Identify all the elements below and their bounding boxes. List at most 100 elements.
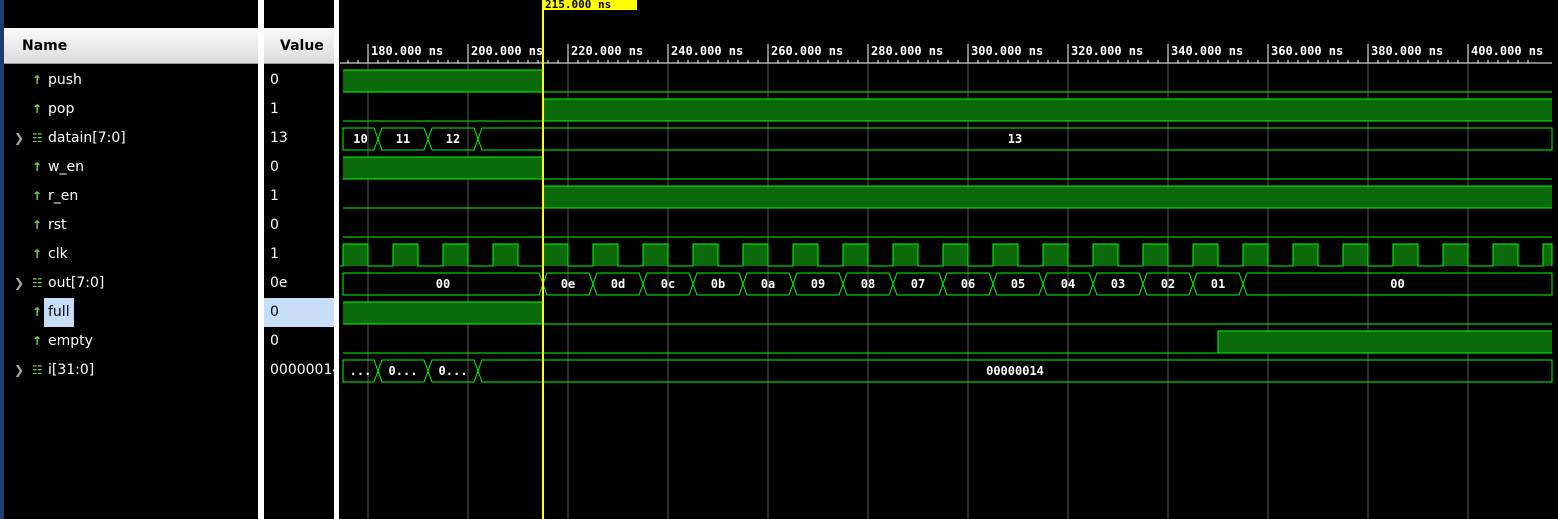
bus-signal-icon: ☷ [32, 363, 43, 377]
signal-name: full [44, 298, 74, 327]
signal-row[interactable]: ❯ ☷ out[7:0] [4, 269, 258, 298]
w_en-high-fill [343, 157, 543, 179]
pop-high-fill [543, 99, 1552, 121]
waveform-view[interactable]: 180.000 ns 200.000 ns 220.000 ns 240.000 ns… [340, 0, 1558, 519]
bit-signal-icon: ↑ [32, 305, 43, 319]
signal-value: 0 [264, 298, 334, 327]
clk-high-fill [1193, 244, 1218, 266]
bit-signal-icon: ↑ [32, 247, 43, 261]
out-bus-value: 0a [761, 277, 775, 291]
clk-high-fill [343, 244, 368, 266]
signal-name: datain[7:0] [48, 130, 126, 146]
clk-high-fill [893, 244, 918, 266]
tick-label: 320.000 ns [1071, 44, 1143, 58]
clk-high-fill [443, 244, 468, 266]
clk-high-fill [1543, 244, 1552, 266]
signal-name: push [48, 72, 82, 88]
clk-high-fill [1493, 244, 1518, 266]
clk-high-fill [1443, 244, 1468, 266]
bus-signal-icon: ☷ [32, 131, 43, 145]
clk-high-fill [543, 244, 568, 266]
tick-label: 380.000 ns [1371, 44, 1443, 58]
signal-row[interactable]: ❯ ☷ i[31:0] [4, 356, 258, 385]
pane-splitter[interactable] [334, 0, 339, 519]
out-bus-value: 08 [861, 277, 875, 291]
signal-name: i[31:0] [48, 362, 95, 378]
clk-high-fill [1343, 244, 1368, 266]
clk-high-fill [743, 244, 768, 266]
clk-high-fill [793, 244, 818, 266]
signal-value: 1 [270, 101, 279, 117]
clk-high-fill [643, 244, 668, 266]
i-bus-value: 0... [439, 364, 468, 378]
expand-chevron-icon[interactable]: ❯ [14, 269, 24, 298]
clk-high-fill [1043, 244, 1068, 266]
signal-value: 0 [270, 333, 279, 349]
datain-bus-value: 13 [1008, 132, 1022, 146]
bit-signal-icon: ↑ [32, 189, 43, 203]
clk-high-fill [593, 244, 618, 266]
tick-label: 260.000 ns [771, 44, 843, 58]
out-bus-value: 0e [561, 277, 575, 291]
tick-label: 280.000 ns [871, 44, 943, 58]
name-header[interactable]: Name [4, 28, 258, 64]
signal-value: 1 [270, 246, 279, 262]
signal-row[interactable]: ↑ w_en [4, 153, 258, 182]
signal-value: 00000014 [270, 362, 334, 378]
bit-signal-icon: ↑ [32, 218, 43, 232]
tick-label: 360.000 ns [1271, 44, 1343, 58]
out-bus-value: 0b [711, 277, 725, 291]
i-bus-value: 00000014 [986, 364, 1044, 378]
expand-chevron-icon[interactable]: ❯ [14, 124, 24, 153]
full-high-fill [343, 302, 543, 324]
tick-label: 180.000 ns [371, 44, 443, 58]
datain-bus-value: 11 [396, 132, 410, 146]
datain-bus-value: 10 [353, 132, 367, 146]
out-bus-value: 00 [1390, 277, 1404, 291]
clk-high-fill [1093, 244, 1118, 266]
signal-value: 1 [270, 188, 279, 204]
out-bus-value: 07 [911, 277, 925, 291]
signal-value: 0 [270, 72, 279, 88]
expand-chevron-icon[interactable]: ❯ [14, 356, 24, 385]
signal-row[interactable]: ↑ pop [4, 95, 258, 124]
signal-row[interactable]: ↑ full [4, 298, 258, 327]
clk-high-fill [1143, 244, 1168, 266]
bit-signal-icon: ↑ [32, 160, 43, 174]
signal-row[interactable]: ❯ ☷ datain[7:0] [4, 124, 258, 153]
out-bus-value: 00 [436, 277, 450, 291]
signal-name: out[7:0] [48, 275, 105, 291]
bit-signal-icon: ↑ [32, 334, 43, 348]
clk-high-fill [943, 244, 968, 266]
signal-name: clk [48, 246, 68, 262]
tick-label: 200.000 ns [471, 44, 543, 58]
bus-signal-icon: ☷ [32, 276, 43, 290]
signal-name: empty [48, 333, 93, 349]
empty-high-fill [1218, 331, 1552, 353]
signal-value: 0 [270, 159, 279, 175]
bit-signal-icon: ↑ [32, 73, 43, 87]
datain-bus-value: 12 [446, 132, 460, 146]
signal-row[interactable]: ↑ rst [4, 211, 258, 240]
signal-row[interactable]: ↑ clk [4, 240, 258, 269]
signal-value: 0e [270, 275, 288, 291]
signal-row[interactable]: ↑ r_en [4, 182, 258, 211]
clk-high-fill [393, 244, 418, 266]
i-bus-value: ... [350, 364, 372, 378]
r_en-high-fill [543, 186, 1552, 208]
clk-high-fill [493, 244, 518, 266]
out-bus-value: 06 [961, 277, 975, 291]
clk-high-fill [993, 244, 1018, 266]
cursor-time-label: 215.000 ns [545, 0, 611, 11]
bit-signal-icon: ↑ [32, 102, 43, 116]
signal-row[interactable]: ↑ push [4, 66, 258, 95]
clk-high-fill [1393, 244, 1418, 266]
out-bus-value: 09 [811, 277, 825, 291]
signal-name: rst [48, 217, 67, 233]
i-bus-value: 0... [389, 364, 418, 378]
value-header[interactable]: Value [264, 28, 334, 64]
tick-label: 300.000 ns [971, 44, 1043, 58]
signal-row[interactable]: ↑ empty [4, 327, 258, 356]
clk-high-fill [693, 244, 718, 266]
out-bus-value: 05 [1011, 277, 1025, 291]
